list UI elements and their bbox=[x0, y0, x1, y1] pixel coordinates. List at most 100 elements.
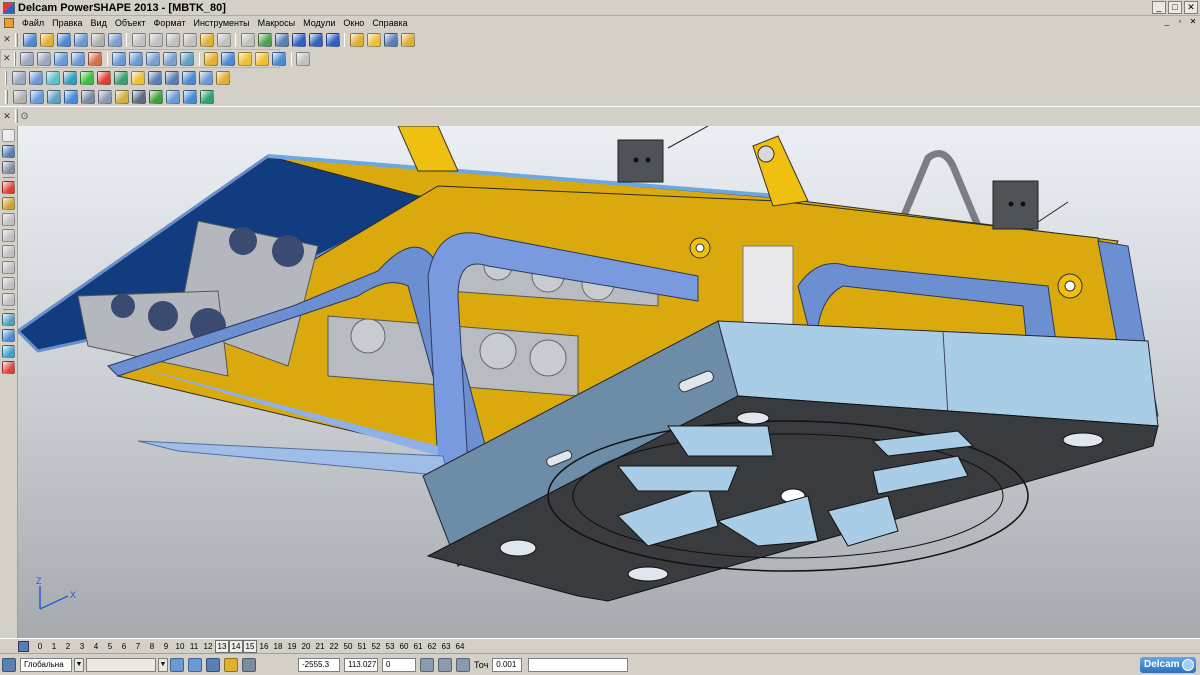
view-tool-button-icon[interactable] bbox=[37, 51, 52, 66]
left-tool-icon[interactable] bbox=[2, 161, 15, 174]
minimize-button[interactable]: _ bbox=[1152, 1, 1166, 14]
level-button[interactable]: 60 bbox=[397, 641, 411, 652]
view-toolbar-close-icon[interactable]: ✕ bbox=[3, 53, 11, 64]
levels-icon[interactable] bbox=[18, 640, 29, 652]
menu-window[interactable]: Окно bbox=[339, 16, 368, 30]
main-tool-button-icon[interactable] bbox=[131, 32, 146, 47]
edit-tool-button-icon[interactable] bbox=[97, 89, 112, 104]
edit-tool-button-icon[interactable] bbox=[12, 89, 27, 104]
main-tool-button-icon[interactable] bbox=[22, 32, 37, 47]
left-tool-icon[interactable] bbox=[2, 129, 15, 142]
menu-file[interactable]: Файл bbox=[18, 16, 48, 30]
level-button[interactable]: 14 bbox=[229, 639, 243, 653]
level-button[interactable]: 7 bbox=[131, 641, 145, 652]
left-tool-icon[interactable] bbox=[2, 145, 15, 158]
view-toolbar-grip[interactable] bbox=[13, 51, 16, 66]
main-tool-button-icon[interactable] bbox=[349, 32, 364, 47]
object-tool-button-icon[interactable] bbox=[79, 70, 94, 85]
left-tool-icon[interactable] bbox=[2, 197, 15, 210]
view-tool-button-icon[interactable] bbox=[180, 51, 195, 66]
menu-modules[interactable]: Модули bbox=[299, 16, 339, 30]
document-icon[interactable] bbox=[4, 18, 14, 28]
view-tool-button-icon[interactable] bbox=[112, 51, 127, 66]
menu-edit[interactable]: Правка bbox=[48, 16, 86, 30]
view-tool-button-icon[interactable] bbox=[20, 51, 35, 66]
snap-icon[interactable] bbox=[188, 657, 202, 672]
main-tool-button-icon[interactable] bbox=[56, 32, 71, 47]
view-tool-button-icon[interactable] bbox=[296, 51, 311, 66]
level-button[interactable]: 20 bbox=[299, 641, 313, 652]
main-tool-button-icon[interactable] bbox=[148, 32, 163, 47]
level-button[interactable]: 21 bbox=[313, 641, 327, 652]
level-button[interactable]: 3 bbox=[75, 641, 89, 652]
z-coordinate[interactable]: 0 bbox=[382, 657, 416, 672]
object-tool-button-icon[interactable] bbox=[181, 70, 196, 85]
lock-icon[interactable] bbox=[224, 657, 238, 672]
main-tool-button-icon[interactable] bbox=[291, 32, 306, 47]
pin-icon[interactable]: ʘ bbox=[21, 111, 28, 121]
doc-restore-button[interactable]: ▫ bbox=[1175, 17, 1185, 27]
toolbar-close-icon[interactable]: ✕ bbox=[2, 34, 12, 45]
left-tool-icon[interactable] bbox=[2, 213, 15, 226]
left-tool-icon[interactable] bbox=[2, 361, 15, 374]
main-tool-button-icon[interactable] bbox=[216, 32, 231, 47]
view-tool-button-icon[interactable] bbox=[71, 51, 86, 66]
view-tool-button-icon[interactable] bbox=[204, 51, 219, 66]
level-button[interactable]: 5 bbox=[103, 641, 117, 652]
object-tool-button-icon[interactable] bbox=[45, 70, 60, 85]
level-button[interactable]: 6 bbox=[117, 641, 131, 652]
main-tool-button-icon[interactable] bbox=[199, 32, 214, 47]
main-tool-button-icon[interactable] bbox=[325, 32, 340, 47]
object-tool-button-icon[interactable] bbox=[62, 70, 77, 85]
workplane-field[interactable]: Глобальна bbox=[20, 657, 72, 672]
level-button[interactable]: 51 bbox=[355, 641, 369, 652]
workplane-dropdown[interactable]: ▼ bbox=[74, 657, 84, 672]
object-tool-button-icon[interactable] bbox=[147, 70, 162, 85]
main-tool-button-icon[interactable] bbox=[240, 32, 255, 47]
y-coordinate[interactable]: 113.027 bbox=[344, 657, 378, 672]
level-button[interactable]: 53 bbox=[383, 641, 397, 652]
main-tool-button-icon[interactable] bbox=[366, 32, 381, 47]
left-tool-icon[interactable] bbox=[2, 229, 15, 242]
cursor-icon[interactable] bbox=[170, 657, 184, 672]
menu-object[interactable]: Объект bbox=[111, 16, 150, 30]
menu-view[interactable]: Вид bbox=[87, 16, 111, 30]
left-tool-icon[interactable] bbox=[2, 293, 15, 306]
object-tool-button-icon[interactable] bbox=[96, 70, 111, 85]
workplane-icon[interactable] bbox=[2, 657, 16, 672]
maximize-button[interactable]: □ bbox=[1168, 1, 1182, 14]
main-tool-button-icon[interactable] bbox=[257, 32, 272, 47]
close-button[interactable]: ✕ bbox=[1184, 1, 1198, 14]
app-icon[interactable] bbox=[3, 1, 15, 14]
left-tool-icon[interactable] bbox=[2, 313, 15, 326]
edit-tool-button-icon[interactable] bbox=[148, 89, 163, 104]
edit-tool-button-icon[interactable] bbox=[29, 89, 44, 104]
level-button[interactable]: 4 bbox=[89, 641, 103, 652]
edit-toolbar-grip[interactable] bbox=[5, 89, 8, 104]
level-button[interactable]: 10 bbox=[173, 641, 187, 652]
edit-tool-button-icon[interactable] bbox=[114, 89, 129, 104]
level-button[interactable]: 11 bbox=[187, 641, 201, 652]
edit-tool-button-icon[interactable] bbox=[165, 89, 180, 104]
table-icon[interactable] bbox=[242, 657, 256, 672]
empty-dropdown[interactable]: ▼ bbox=[158, 657, 168, 672]
level-button[interactable]: 2 bbox=[61, 641, 75, 652]
level-button[interactable]: 13 bbox=[215, 639, 229, 653]
object-tool-button-icon[interactable] bbox=[198, 70, 213, 85]
x-coordinate[interactable]: -2555.3 bbox=[298, 657, 340, 672]
view-tool-button-icon[interactable] bbox=[146, 51, 161, 66]
view-tool-button-icon[interactable] bbox=[255, 51, 270, 66]
main-tool-button-icon[interactable] bbox=[274, 32, 289, 47]
object-tool-button-icon[interactable] bbox=[164, 70, 179, 85]
level-button[interactable]: 9 bbox=[159, 641, 173, 652]
main-tool-button-icon[interactable] bbox=[107, 32, 122, 47]
edit-tool-button-icon[interactable] bbox=[46, 89, 61, 104]
level-button[interactable]: 62 bbox=[425, 641, 439, 652]
view-tool-button-icon[interactable] bbox=[54, 51, 69, 66]
left-tool-icon[interactable] bbox=[2, 345, 15, 358]
level-button[interactable]: 61 bbox=[411, 641, 425, 652]
edit-tool-button-icon[interactable] bbox=[80, 89, 95, 104]
grid-icon[interactable] bbox=[206, 657, 220, 672]
measure-icon[interactable] bbox=[438, 657, 452, 672]
level-button[interactable]: 15 bbox=[243, 639, 257, 653]
